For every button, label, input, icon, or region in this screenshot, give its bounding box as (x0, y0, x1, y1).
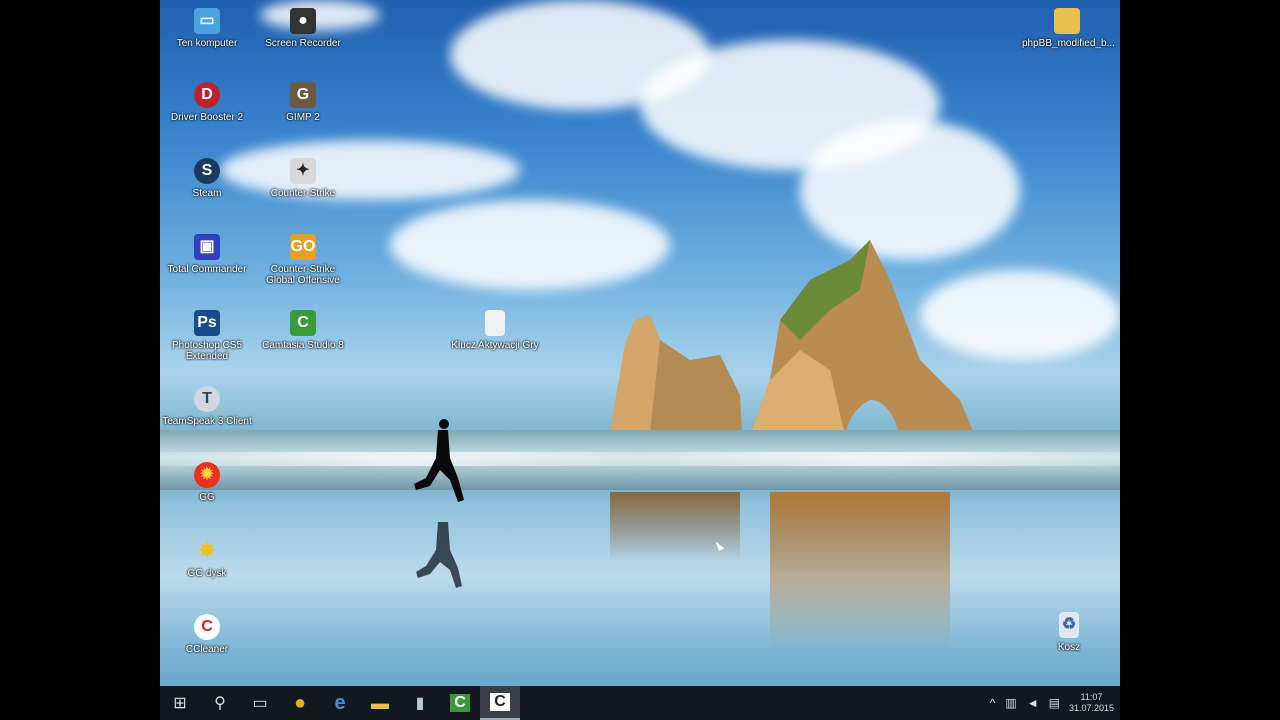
desktop-icon-ten-komputer[interactable]: ▭ Ten komputer (162, 8, 252, 49)
rock-reflection (610, 492, 740, 562)
clock-time: 11:07 (1080, 692, 1103, 702)
photoshop-icon: Ps (194, 310, 220, 336)
search-button[interactable]: ⚲ (200, 686, 240, 720)
document-icon (485, 310, 505, 336)
rock-formation-small (610, 315, 742, 433)
clock-date: 31.07.2015 (1068, 703, 1114, 713)
folder-icon (1054, 8, 1080, 34)
desktop-icon-screen-recorder[interactable]: ● Screen Recorder (258, 8, 348, 49)
surf (160, 452, 1120, 466)
ccleaner-icon: C (194, 614, 220, 640)
desktop-icon-csgo[interactable]: GO Counter-Strike Global Offensive (258, 234, 348, 286)
teamspeak-icon: T (194, 386, 220, 412)
desktop-icon-gimp[interactable]: G GIMP 2 (258, 82, 348, 123)
desktop-icon-teamspeak[interactable]: T TeamSpeak 3 Client (162, 386, 252, 427)
rock-formation-large (750, 240, 975, 436)
rock-reflection (770, 492, 950, 652)
start-button[interactable]: ⊞ (160, 686, 200, 720)
camtasia-recorder-icon: C (490, 693, 510, 711)
gg-icon: ✹ (194, 462, 220, 488)
cloud (800, 120, 1020, 260)
gg-dysk-icon: ✸ (198, 540, 216, 562)
computer-icon: ▭ (194, 8, 220, 34)
counter-strike-icon: ✦ (290, 158, 316, 184)
folder-icon: ▬ (371, 692, 389, 713)
desktop-icon-gg[interactable]: ✹ GG (162, 462, 252, 503)
app-icon: ▮ (415, 695, 425, 712)
taskbar-app-edge[interactable]: e (320, 686, 360, 720)
taskbar-app-camtasia-recorder[interactable]: C (480, 686, 520, 720)
chrome-icon: ● (293, 691, 307, 714)
desktop-icon-kosz[interactable]: ♻ Kosz (1024, 612, 1114, 653)
desktop: ▭ Ten komputer ● Screen Recorder phpBB_m… (160, 0, 1120, 720)
chevron-up-icon[interactable]: ^ (990, 696, 996, 710)
system-tray: ^ ▥ ◄ ▤ 11:07 31.07.2015 (985, 686, 1120, 720)
taskbar-app-4[interactable]: ▮ (400, 686, 440, 720)
runner-silhouette (414, 419, 464, 588)
search-icon: ⚲ (214, 695, 226, 712)
desktop-icon-photoshop[interactable]: Ps Photoshop CS5 Extended (162, 310, 252, 362)
edge-icon: e (334, 691, 346, 714)
clock[interactable]: 11:07 31.07.2015 (1069, 692, 1114, 714)
desktop-icon-ccleaner[interactable]: C CCleaner (162, 614, 252, 655)
desktop-icon-steam[interactable]: S Steam (162, 158, 252, 199)
windows-logo-icon: ⊞ (173, 695, 187, 712)
taskbar: ⊞ ⚲ ▭ ● e ▬ ▮ C C ^ ▥ ◄ ▤ 11:07 31.07.20… (160, 686, 1120, 720)
taskbar-app-chrome[interactable]: ● (280, 686, 320, 720)
desktop-icon-phpbb-folder[interactable]: phpBB_modified_b... (1022, 8, 1115, 49)
desktop-icon-counter-strike[interactable]: ✦ Counter-Strike (258, 158, 348, 199)
total-commander-icon: ▣ (194, 234, 220, 260)
taskbar-app-file-explorer[interactable]: ▬ (360, 686, 400, 720)
gimp-icon: G (290, 82, 316, 108)
desktop-icon-total-commander[interactable]: ▣ Total Commander (162, 234, 252, 275)
volume-icon[interactable]: ◄ (1027, 696, 1039, 710)
task-view-icon: ▭ (252, 695, 268, 712)
driver-booster-icon: D (194, 82, 220, 108)
csgo-icon: GO (290, 234, 316, 260)
desktop-icon-camtasia-studio[interactable]: C Camtasia Studio 8 (258, 310, 348, 351)
camtasia-icon: C (450, 694, 470, 712)
desktop-icon-klucz-aktywacji[interactable]: Klucz Aktywacji Gry (450, 310, 540, 351)
desktop-icon-gg-dysk[interactable]: ✸ GG dysk (162, 538, 252, 579)
network-icon[interactable]: ▥ (1005, 696, 1016, 710)
desktop-icon-driver-booster[interactable]: D Driver Booster 2 (162, 82, 252, 123)
taskbar-app-camtasia[interactable]: C (440, 686, 480, 720)
task-view-button[interactable]: ▭ (240, 686, 280, 720)
recycle-bin-icon: ♻ (1059, 612, 1079, 638)
camtasia-icon: C (290, 310, 316, 336)
notifications-icon[interactable]: ▤ (1049, 696, 1060, 710)
steam-icon: S (194, 158, 220, 184)
recorder-icon: ● (290, 8, 316, 34)
cloud (390, 200, 670, 290)
